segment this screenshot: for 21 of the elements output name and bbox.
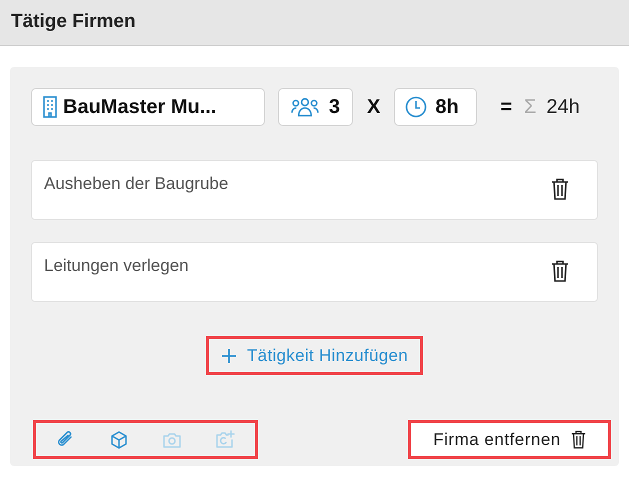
- delete-activity-button[interactable]: [551, 178, 569, 200]
- people-icon: [291, 97, 319, 117]
- delete-activity-button[interactable]: [551, 260, 569, 282]
- trash-icon: [551, 260, 569, 282]
- multiply-sign: X: [367, 95, 380, 120]
- activity-text: Ausheben der Baugrube: [44, 173, 228, 195]
- section-title: Tätige Firmen: [11, 10, 136, 34]
- cube-icon[interactable]: [109, 430, 130, 450]
- total-hours: 24h: [546, 95, 580, 120]
- workers-button[interactable]: 3: [278, 88, 353, 126]
- building-icon: [43, 96, 57, 118]
- activity-text: Leitungen verlegen: [44, 255, 189, 277]
- sum-sign: Σ: [524, 95, 536, 120]
- trash-icon: [551, 178, 569, 200]
- equals-sign: =: [500, 95, 512, 120]
- remove-company-button[interactable]: Firma entfernen: [408, 420, 611, 459]
- trash-icon: [570, 430, 586, 449]
- plus-icon: [221, 348, 237, 364]
- company-button[interactable]: BauMaster Mu...: [31, 88, 265, 126]
- clock-icon: [405, 96, 428, 118]
- hours-button[interactable]: 8h: [394, 88, 478, 126]
